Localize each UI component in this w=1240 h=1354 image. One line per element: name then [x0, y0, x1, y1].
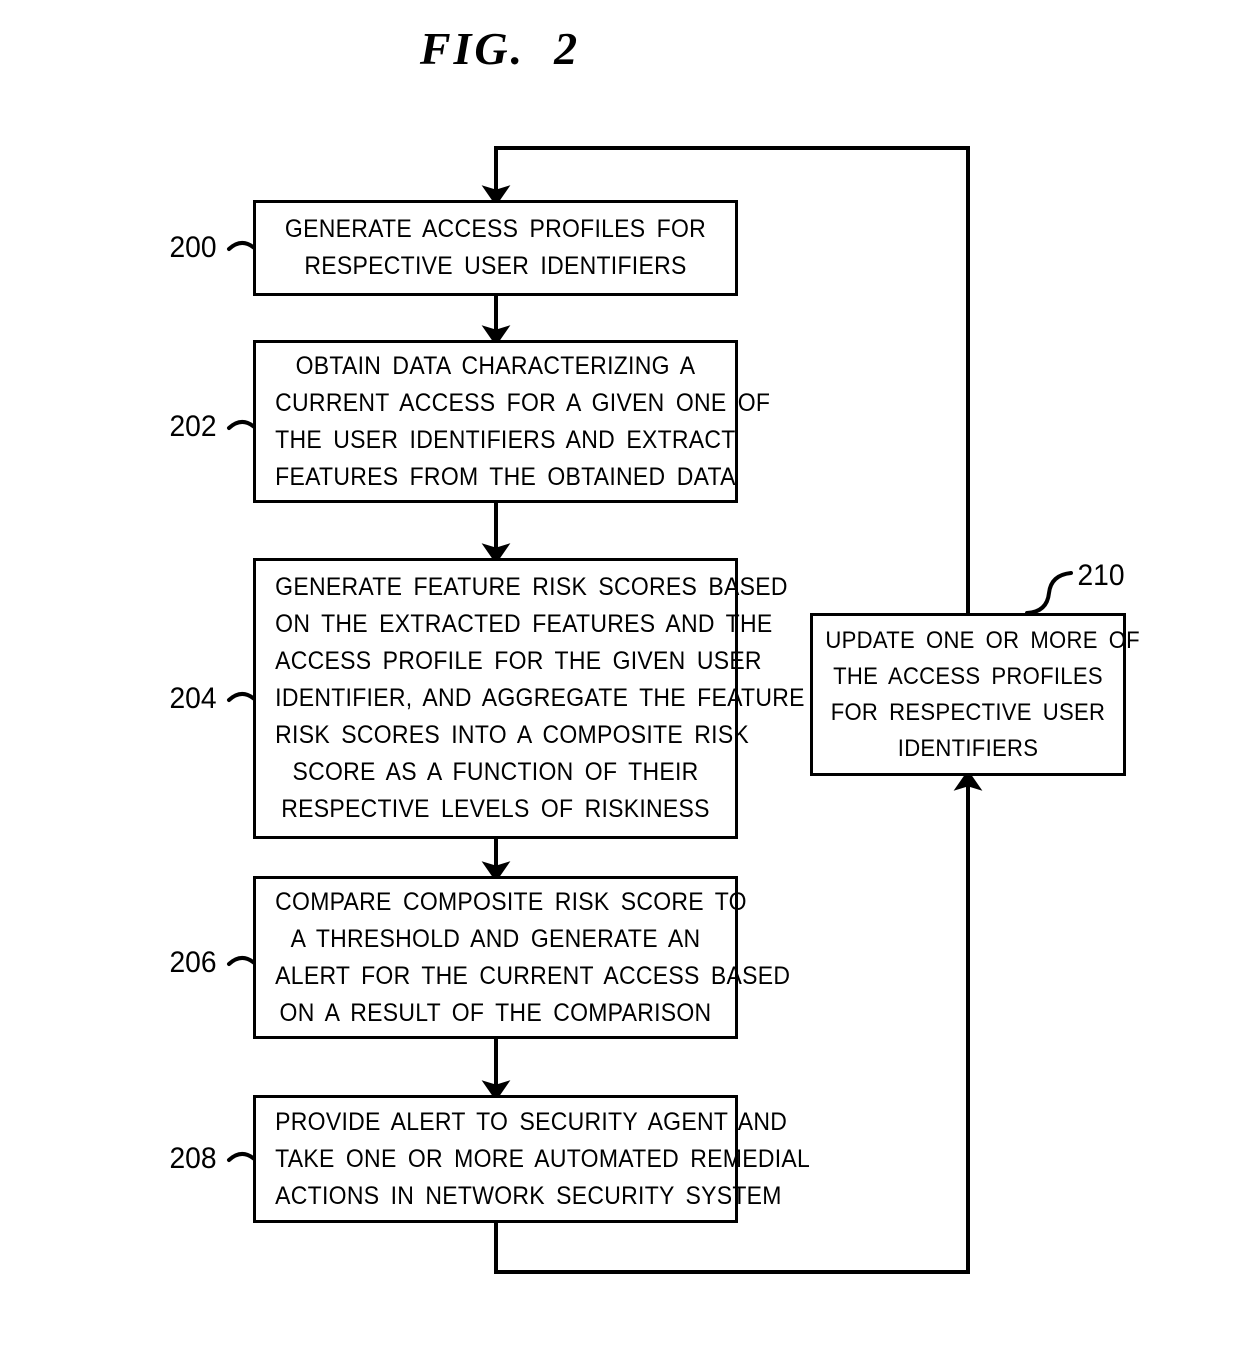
reference-numeral-200: 200: [169, 231, 217, 264]
box-204-line-5: RISK SCORES INTO A COMPOSITE RISK: [275, 721, 750, 749]
process-box-202[interactable]: OBTAIN DATA CHARACTERIZING A CURRENT ACC…: [253, 340, 771, 503]
reference-numeral-210: 210: [1077, 559, 1125, 592]
box-204-line-4: IDENTIFIER, AND AGGREGATE THE FEATURE: [275, 684, 805, 712]
reference-numeral-204: 204: [169, 682, 217, 715]
patent-figure-page: FIG. 2 GENERATE ACCESS PROFILES FOR RESP…: [0, 0, 1240, 1354]
figure-title: FIG. 2: [419, 23, 581, 74]
box-204-line-6: SCORE AS A FUNCTION OF THEIR: [292, 758, 699, 786]
leader-210: [1025, 571, 1073, 615]
reference-numeral-208: 208: [169, 1142, 217, 1175]
box-204-line-3: ACCESS PROFILE FOR THE GIVEN USER: [275, 647, 762, 675]
box-202-line-4: FEATURES FROM THE OBTAINED DATA: [275, 462, 736, 491]
box-210-line-4: IDENTIFIERS: [897, 734, 1039, 762]
reference-numeral-202: 202: [169, 410, 217, 443]
box-210-line-3: FOR RESPECTIVE USER: [830, 698, 1106, 726]
box-206-line-2: A THRESHOLD AND GENERATE AN: [290, 924, 701, 953]
box-210-line-2: THE ACCESS PROFILES: [833, 662, 1103, 690]
box-204-line-7: RESPECTIVE LEVELS OF RISKINESS: [281, 795, 710, 823]
reference-numeral-206: 206: [169, 946, 217, 979]
box-206-line-3: ALERT FOR THE CURRENT ACCESS BASED: [275, 961, 791, 990]
box-206-line-4: ON A RESULT OF THE COMPARISON: [279, 998, 712, 1027]
box-202-line-1: OBTAIN DATA CHARACTERIZING A: [295, 351, 696, 380]
box-202-line-3: THE USER IDENTIFIERS AND EXTRACT: [275, 425, 736, 454]
box-200-line-1: GENERATE ACCESS PROFILES FOR: [284, 215, 707, 243]
process-box-206[interactable]: COMPARE COMPOSITE RISK SCORE TO A THRESH…: [253, 876, 791, 1039]
process-box-200[interactable]: GENERATE ACCESS PROFILES FOR RESPECTIVE …: [253, 200, 738, 296]
box-200-line-2: RESPECTIVE USER IDENTIFIERS: [304, 252, 687, 280]
box-210-line-1: UPDATE ONE OR MORE OF: [825, 626, 1140, 654]
box-208-line-3: ACTIONS IN NETWORK SECURITY SYSTEM: [275, 1181, 782, 1210]
box-208-line-1: PROVIDE ALERT TO SECURITY AGENT AND: [275, 1107, 788, 1136]
box-204-line-2: ON THE EXTRACTED FEATURES AND THE: [275, 610, 773, 638]
process-box-210[interactable]: UPDATE ONE OR MORE OF THE ACCESS PROFILE…: [810, 613, 1140, 776]
box-206-line-1: COMPARE COMPOSITE RISK SCORE TO: [275, 887, 747, 916]
box-204-line-1: GENERATE FEATURE RISK SCORES BASED: [275, 573, 788, 601]
box-208-line-2: TAKE ONE OR MORE AUTOMATED REMEDIAL: [275, 1144, 811, 1173]
process-box-204[interactable]: GENERATE FEATURE RISK SCORES BASED ON TH…: [253, 558, 805, 839]
process-box-208[interactable]: PROVIDE ALERT TO SECURITY AGENT AND TAKE…: [253, 1095, 811, 1223]
box-202-line-2: CURRENT ACCESS FOR A GIVEN ONE OF: [275, 388, 771, 417]
